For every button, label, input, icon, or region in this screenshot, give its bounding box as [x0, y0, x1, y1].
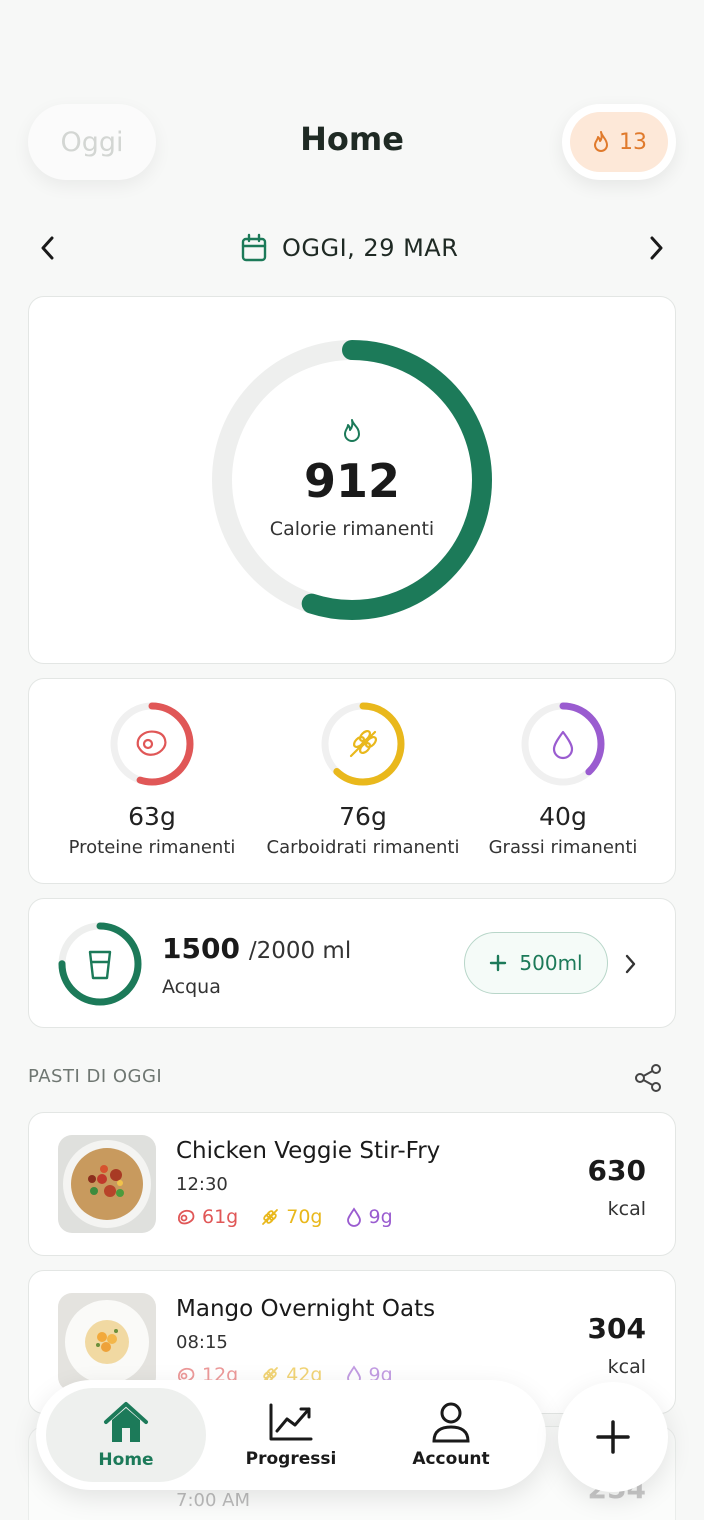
water-target: /2000 ml — [248, 938, 352, 964]
flame-icon — [594, 131, 608, 152]
carbs-value: 76g — [339, 802, 387, 831]
meal-time: 08:15 — [176, 1332, 228, 1353]
nav-progress-label: Progressi — [245, 1449, 337, 1469]
meal-carbs: 70g — [286, 1206, 323, 1228]
share-button[interactable] — [632, 1062, 664, 1094]
meal-image — [58, 1293, 156, 1391]
chart-icon — [269, 1403, 313, 1441]
nav-account-label: Account — [412, 1449, 490, 1469]
meal-time: 7:00 AM — [176, 1490, 250, 1511]
chevron-right-icon — [650, 236, 663, 260]
calories-remaining-value: 912 — [303, 454, 401, 508]
protein-progress-ring — [110, 702, 194, 786]
meal-kcal-unit: kcal — [607, 1198, 646, 1220]
home-icon — [104, 1402, 148, 1442]
calories-remaining-label: Calorie rimanenti — [269, 518, 435, 540]
next-day-button[interactable] — [636, 228, 676, 268]
streak-badge[interactable]: 13 — [562, 104, 676, 180]
nav-home[interactable]: Home — [46, 1388, 206, 1482]
nav-home-label: Home — [98, 1450, 154, 1470]
nav-progress[interactable]: Progressi — [211, 1388, 371, 1482]
water-label: Acqua — [162, 976, 221, 998]
calendar-icon — [241, 233, 267, 262]
fat-value: 40g — [539, 802, 587, 831]
share-icon — [635, 1064, 661, 1092]
nav-account[interactable]: Account — [371, 1388, 531, 1482]
steak-icon — [178, 1209, 195, 1225]
bottom-nav: Home Progressi Account — [36, 1380, 546, 1490]
steak-icon — [136, 730, 167, 756]
water-progress-ring — [58, 922, 142, 1006]
meal-macros: 61g 70g 9g — [176, 1206, 393, 1228]
drop-icon — [346, 1207, 361, 1227]
protein-label: Proteine rimanenti — [68, 837, 236, 858]
fat-label: Grassi rimanenti — [488, 837, 638, 858]
add-water-button[interactable]: 500ml — [464, 932, 608, 994]
meal-fat: 9g — [368, 1206, 393, 1228]
macro-carbs: 76g Carboidrati rimanenti — [253, 700, 473, 858]
meal-name: Chicken Veggie Stir-Fry — [176, 1138, 441, 1164]
macro-protein: 63g Proteine rimanenti — [42, 700, 262, 858]
wheat-icon — [349, 729, 378, 758]
glass-icon — [88, 950, 112, 980]
protein-value: 63g — [128, 802, 176, 831]
meal-time: 12:30 — [176, 1174, 228, 1195]
streak-count: 13 — [619, 129, 647, 155]
fat-progress-ring — [521, 702, 605, 786]
wheat-icon — [262, 1209, 279, 1225]
carbs-label: Carboidrati rimanenti — [266, 837, 460, 858]
add-water-label: 500ml — [519, 951, 583, 975]
user-icon — [432, 1402, 470, 1443]
flame-icon — [344, 419, 360, 442]
date-label: OGGI, 29 MAR — [282, 234, 459, 262]
today-pill-label: Oggi — [60, 126, 124, 158]
today-pill[interactable]: Oggi — [28, 104, 156, 180]
date-selector[interactable]: OGGI, 29 MAR — [240, 228, 458, 268]
prev-day-button[interactable] — [28, 228, 68, 268]
drop-icon — [552, 730, 574, 760]
meal-kcal-unit: kcal — [607, 1356, 646, 1378]
page-title: Home — [300, 120, 404, 158]
water-details-button[interactable] — [610, 944, 650, 984]
water-current: 1500 — [162, 932, 240, 965]
plus-icon — [490, 954, 507, 972]
meals-section-title: PASTI DI OGGI — [28, 1066, 163, 1087]
meal-protein: 61g — [202, 1206, 239, 1228]
water-amount: 1500 /2000 ml — [162, 932, 351, 965]
meal-kcal: 304 — [587, 1312, 646, 1345]
add-meal-button[interactable] — [558, 1382, 668, 1492]
meal-kcal: 630 — [587, 1154, 646, 1187]
carbs-progress-ring — [321, 702, 405, 786]
macro-fat: 40g Grassi rimanenti — [453, 700, 673, 858]
plus-icon — [596, 1420, 630, 1454]
chevron-left-icon — [41, 236, 54, 260]
chevron-right-icon — [625, 954, 636, 974]
meal-image — [58, 1135, 156, 1233]
meal-name: Mango Overnight Oats — [176, 1296, 436, 1322]
